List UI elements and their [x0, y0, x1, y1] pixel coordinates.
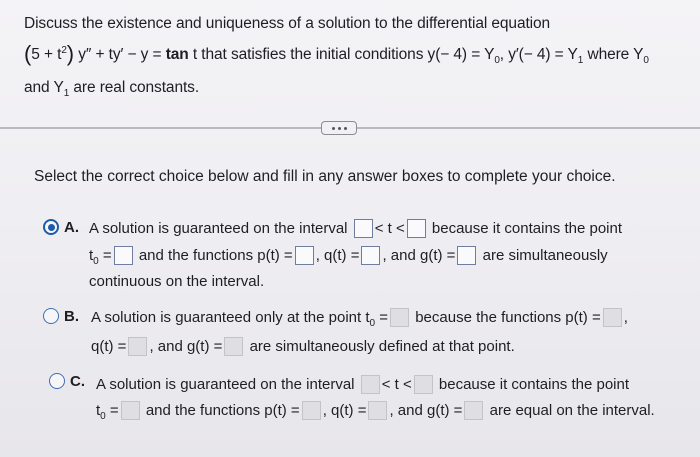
t0-input-box[interactable]: [390, 308, 410, 327]
g-input-box[interactable]: [464, 401, 484, 420]
eq-sub-0b: 0: [643, 55, 649, 66]
eq-coefficient: 5 + t: [31, 46, 62, 63]
choice-a-radio[interactable]: [43, 219, 59, 235]
p-input-box[interactable]: [301, 401, 321, 420]
question-page: Discuss the existence and uniqueness of …: [0, 0, 700, 457]
g-label: , and g(t) =: [149, 338, 223, 355]
constants-label: and Y: [24, 79, 64, 96]
choice-a-text-1: A solution is guaranteed on the interval: [89, 220, 348, 237]
choice-c-text-3: are equal on the interval.: [489, 402, 655, 419]
choice-b-text-2: are simultaneously defined at that point…: [249, 338, 515, 355]
dot-icon: [331, 126, 335, 130]
choice-b-letter: B.: [64, 308, 79, 325]
q-label: q(t) =: [91, 338, 127, 355]
eq-condition-1: t that satisfies the initial conditions …: [192, 46, 495, 63]
interval-start-box[interactable]: [360, 375, 380, 394]
q-input-box[interactable]: [368, 401, 388, 420]
t0-input-box[interactable]: [120, 401, 140, 420]
q-input-box[interactable]: [128, 337, 148, 356]
dot-icon: [343, 126, 347, 130]
dot-icon: [337, 126, 341, 130]
p-label: and the functions p(t) =: [145, 402, 300, 419]
q-input-box[interactable]: [361, 246, 381, 265]
choice-c-text-2: because it contains the point: [438, 376, 630, 393]
choice-a-letter: A.: [64, 219, 79, 236]
g-input-box[interactable]: [457, 246, 477, 265]
choice-b-line-2: q(t) = , and g(t) = are simultaneously de…: [91, 337, 515, 356]
interval-start-box[interactable]: [353, 219, 373, 238]
g-input-box[interactable]: [224, 337, 244, 356]
p-label: because the functions p(t) =: [415, 309, 601, 326]
p-input-box[interactable]: [294, 246, 314, 265]
choice-a-line-2: t0 = and the functions p(t) =, q(t) =, a…: [89, 246, 608, 267]
choice-a-text-3: are simultaneously: [482, 247, 608, 264]
eq-lhs: y″ + ty′ − y =: [78, 46, 162, 63]
question-equation-line: (5 + t2) y″ + ty′ − y = tan t that satis…: [24, 37, 692, 74]
choice-b-text-1: A solution is guaranteed only at the poi…: [91, 309, 370, 326]
choice-c-letter: C.: [70, 373, 85, 390]
g-label: , and g(t) =: [382, 247, 456, 264]
t0-input-box[interactable]: [113, 246, 133, 265]
choice-a-line-3: continuous on the interval.: [89, 273, 264, 290]
choice-a-text-2: because it contains the point: [431, 220, 623, 237]
eq-where: where Y: [583, 46, 644, 63]
interval-inequality: < t <: [381, 376, 412, 393]
t0-eq: =: [375, 309, 389, 326]
t0-eq: =: [105, 402, 119, 419]
eq-tan: tan: [165, 46, 189, 63]
choice-a-line-1: A solution is guaranteed on the interval…: [89, 219, 622, 238]
interval-end-box[interactable]: [406, 219, 426, 238]
question-intro: Discuss the existence and uniqueness of …: [24, 15, 551, 32]
interval-end-box[interactable]: [413, 375, 433, 394]
question-line-3: and Y1 are real constants.: [24, 74, 692, 107]
choice-c-radio[interactable]: [49, 373, 65, 389]
p-input-box[interactable]: [602, 308, 622, 327]
choice-c-line-1: A solution is guaranteed on the interval…: [96, 375, 629, 394]
instruction-text: Select the correct choice below and fill…: [34, 168, 616, 185]
choice-b-radio[interactable]: [43, 308, 59, 324]
g-label: , and g(t) =: [389, 402, 463, 419]
q-label: , q(t) =: [315, 247, 360, 264]
p-label: and the functions p(t) =: [138, 247, 293, 264]
question-text: Discuss the existence and uniqueness of …: [24, 10, 692, 107]
eq-condition-2: , y′(− 4) = Y: [499, 46, 578, 63]
choice-c-text-1: A solution is guaranteed on the interval: [96, 376, 355, 393]
choice-b-line-1: A solution is guaranteed only at the poi…: [91, 308, 628, 329]
constants-text: are real constants.: [69, 79, 200, 96]
comma: ,: [623, 309, 628, 326]
q-label: , q(t) =: [322, 402, 367, 419]
choice-a-text-4: continuous on the interval.: [89, 273, 265, 290]
question-line-1: Discuss the existence and uniqueness of …: [24, 10, 692, 37]
t0-eq: =: [98, 247, 112, 264]
close-paren: ): [66, 41, 75, 66]
expand-more-button[interactable]: [321, 121, 357, 135]
choice-c-line-2: t0 = and the functions p(t) =, q(t) =, a…: [96, 401, 655, 422]
interval-inequality: < t <: [374, 220, 405, 237]
